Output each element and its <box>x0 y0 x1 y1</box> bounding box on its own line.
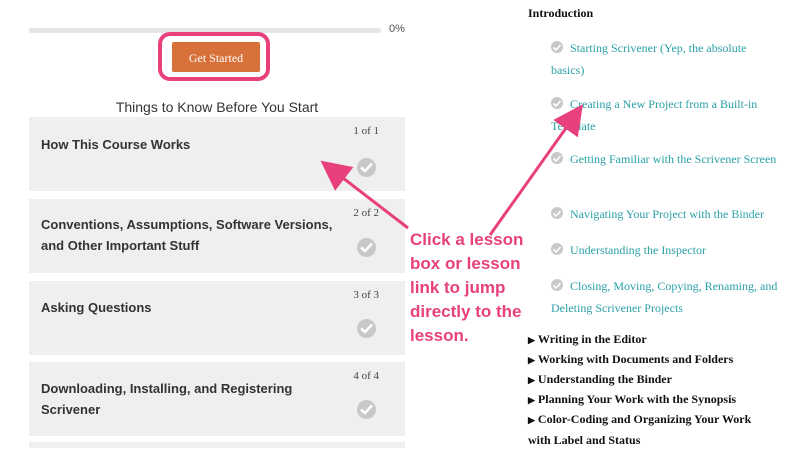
annotation-arrows <box>320 104 583 236</box>
arrow-to-lesson-box <box>320 160 409 230</box>
arrow-to-lesson-link <box>488 104 583 236</box>
annotation-callout: Click a lesson box or lesson link to jum… <box>410 230 524 345</box>
